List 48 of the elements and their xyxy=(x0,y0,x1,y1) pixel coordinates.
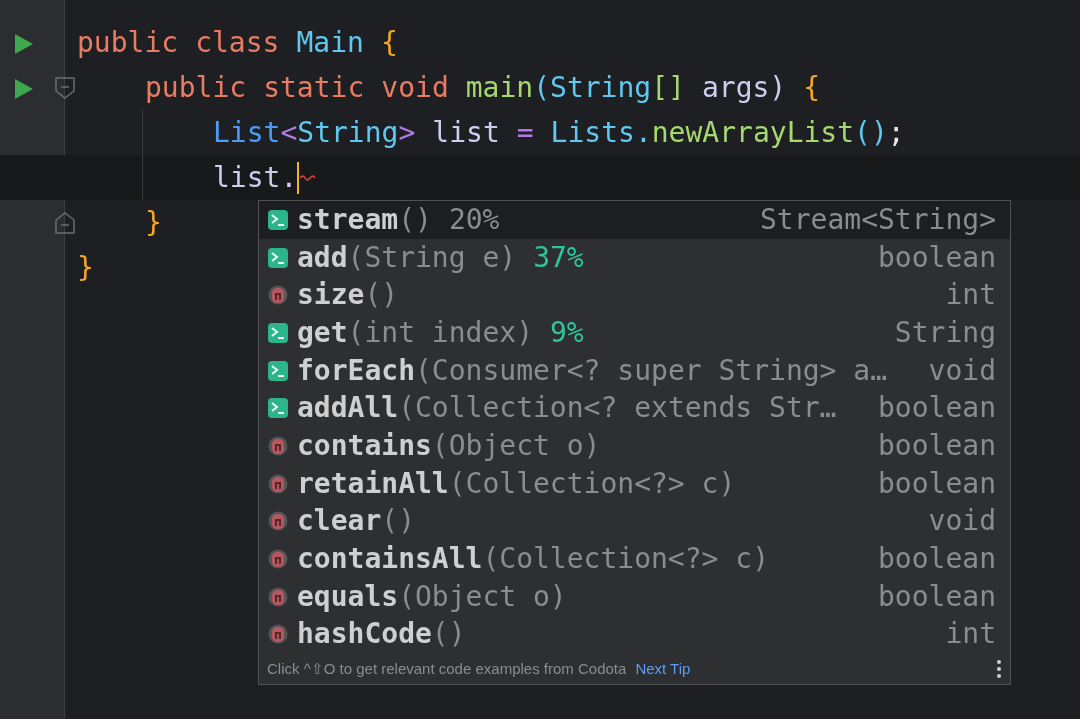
next-tip-link[interactable]: Next Tip xyxy=(635,657,691,681)
completion-item[interactable]: stream() 20% Stream<String> xyxy=(259,201,1010,239)
completion-item[interactable]: clear() void xyxy=(259,502,1010,541)
completion-item[interactable]: containsAll(Collection<?> c) boolean xyxy=(259,540,1010,578)
completion-item[interactable]: get(int index) 9% String xyxy=(259,314,1010,352)
code-token: } xyxy=(145,204,162,241)
more-icon[interactable] xyxy=(996,659,1002,679)
code-token: list xyxy=(432,114,500,151)
prompt-icon xyxy=(267,360,289,381)
code-token: { xyxy=(803,69,821,106)
completion-item[interactable]: retainAll(Collection<?> c) boolean xyxy=(259,464,1010,503)
run-icon[interactable] xyxy=(13,77,35,101)
hint-text: Click ^⇧O to get relevant code examples from Codota xyxy=(267,658,627,679)
method-icon xyxy=(267,586,289,607)
method-icon xyxy=(267,435,289,456)
code-token: static xyxy=(263,69,365,106)
completion-item[interactable]: size() int xyxy=(259,276,1010,315)
method-icon xyxy=(267,473,289,494)
code-token: public xyxy=(145,69,247,106)
code-token: list. xyxy=(213,159,298,196)
code-token: = xyxy=(516,114,534,151)
code-token: args) xyxy=(701,69,787,106)
run-icon[interactable] xyxy=(13,32,35,56)
code-token: List<String> xyxy=(213,114,416,151)
completion-item[interactable]: addAll(Collection<? extends Str… boolean xyxy=(259,389,1010,428)
fold-icon[interactable] xyxy=(55,77,75,99)
code-token: Main xyxy=(296,24,364,61)
method-icon xyxy=(267,285,289,306)
method-icon xyxy=(267,549,289,570)
code-token: } xyxy=(77,249,94,286)
method-icon xyxy=(267,511,289,532)
code-token: public xyxy=(77,24,179,61)
completion-item[interactable]: equals(Object o) boolean xyxy=(259,577,1010,616)
completion-item[interactable]: hashCode() int xyxy=(259,615,1010,654)
code-token: void xyxy=(381,69,449,106)
fold-icon[interactable] xyxy=(55,212,75,234)
code-token: class xyxy=(195,24,280,61)
method-icon xyxy=(267,624,289,645)
code-token: Lists.newArrayList(); xyxy=(550,114,905,151)
error-squiggle xyxy=(299,173,317,182)
completion-item[interactable]: forEach(Consumer<? super String> a… void xyxy=(259,351,1010,390)
prompt-icon xyxy=(267,247,289,268)
completion-item[interactable]: add(String e) 37% boolean xyxy=(259,238,1010,277)
prompt-icon xyxy=(267,398,289,419)
completion-item[interactable]: contains(Object o) boolean xyxy=(259,427,1010,465)
prompt-icon xyxy=(267,322,289,343)
code-token: { xyxy=(380,24,398,61)
code-token: main(String[] xyxy=(465,69,685,106)
